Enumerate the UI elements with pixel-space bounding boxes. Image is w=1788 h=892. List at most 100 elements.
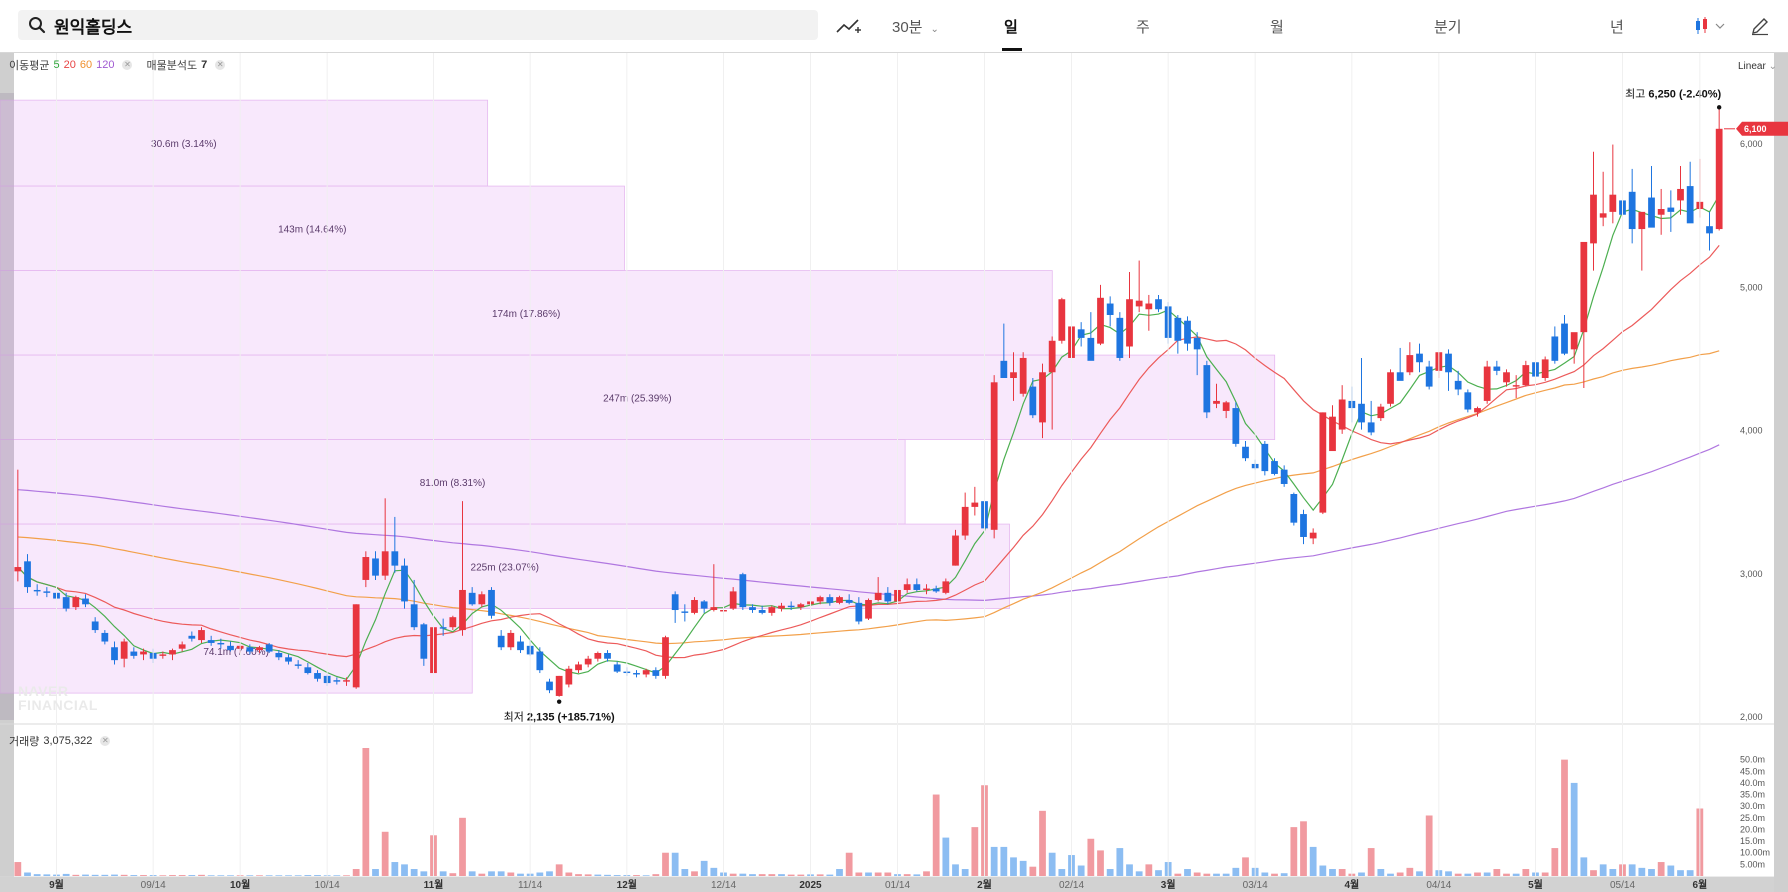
candle-body xyxy=(1599,213,1607,218)
volume-bar xyxy=(604,874,611,876)
candle-body xyxy=(1329,416,1336,452)
x-tick-label: 2월 xyxy=(977,879,992,891)
volume-bar xyxy=(1300,821,1307,876)
candle-body xyxy=(710,607,718,611)
y-tick-label: 4,000 xyxy=(1740,426,1763,436)
vp-legend-value: 7 xyxy=(201,59,208,71)
volume-bar xyxy=(1590,870,1597,876)
volume-bar xyxy=(1358,872,1365,876)
volume-bar xyxy=(575,874,582,876)
volume-bar xyxy=(584,874,592,876)
volume-bar xyxy=(865,872,872,876)
candle-body xyxy=(246,647,254,652)
candle-body xyxy=(285,657,292,662)
volume-bar xyxy=(1445,871,1452,876)
candle-body xyxy=(903,584,911,590)
candle-body xyxy=(188,635,196,639)
volume-bar xyxy=(111,874,118,876)
candle-body xyxy=(845,599,853,603)
volume-bar xyxy=(1290,827,1298,876)
low-label: 최저 xyxy=(504,711,527,724)
ma60-legend: 60 xyxy=(79,59,93,71)
y-tick-label: 2,000 xyxy=(1740,712,1763,722)
volume-bar xyxy=(1203,873,1211,876)
volume-bar xyxy=(343,875,350,876)
candle-body xyxy=(1319,412,1327,513)
candle-body xyxy=(1667,207,1675,212)
candle-body xyxy=(517,641,524,651)
price-chart[interactable]: 30.6m (3.14%) 143m (14.64%) 174m (17.86%) 2… xyxy=(0,0,1788,892)
candle-body xyxy=(227,645,234,651)
volume-bar xyxy=(217,875,225,876)
candle-body xyxy=(923,588,930,590)
volume-bar xyxy=(275,875,283,876)
candle-body xyxy=(256,647,263,651)
volume-tick-label: 5.00m xyxy=(1740,859,1765,869)
volume-bar xyxy=(449,873,457,876)
candle-body xyxy=(913,584,921,590)
volume-bar xyxy=(198,874,205,876)
volume-bar xyxy=(1667,865,1675,876)
candle-body xyxy=(932,588,940,592)
volume-bar xyxy=(1512,873,1520,876)
volume-bar xyxy=(1570,782,1578,876)
x-tick-label: 3월 xyxy=(1161,879,1176,891)
volume-bar xyxy=(749,874,756,876)
x-tick-label: 10월 xyxy=(230,879,250,891)
candle-body xyxy=(836,597,843,603)
volume-bar xyxy=(352,869,360,876)
dimmed-left-edge xyxy=(0,93,14,720)
volume-profile-label: 247m (25.39%) xyxy=(603,393,671,404)
volume-bar xyxy=(1657,862,1665,876)
candle-body xyxy=(604,652,611,659)
candle-body xyxy=(1522,365,1530,386)
volume-tick-label: 10.00m xyxy=(1740,848,1770,858)
volume-bar xyxy=(1416,871,1423,876)
x-tick-label: 04/14 xyxy=(1426,880,1451,891)
volume-bar xyxy=(758,874,766,876)
x-tick-label: 6월 xyxy=(1692,879,1707,891)
candle-body xyxy=(82,598,89,605)
candle-body xyxy=(584,658,592,665)
volume-bar xyxy=(1580,857,1588,876)
volume-bar xyxy=(1454,873,1462,876)
close-volume-legend-icon[interactable]: ✕ xyxy=(100,736,111,746)
volume-bar xyxy=(1648,869,1655,876)
candle-body xyxy=(1048,340,1056,373)
candle-body xyxy=(497,635,505,648)
scale-selector[interactable]: Linear ⌄ xyxy=(1738,61,1777,72)
volume-bar xyxy=(1019,860,1027,876)
candle-body xyxy=(768,607,776,613)
candle-body xyxy=(62,597,70,609)
candle-body xyxy=(729,591,737,609)
volume-bar xyxy=(62,873,70,876)
x-tick-label: 01/14 xyxy=(885,880,910,891)
scale-label: Linear xyxy=(1738,61,1766,72)
candle-body xyxy=(1367,422,1375,433)
candle-body xyxy=(990,382,998,530)
volume-bar xyxy=(961,869,969,876)
candle-body xyxy=(1561,323,1568,354)
candle-body xyxy=(826,597,834,603)
volume-bar xyxy=(120,874,128,876)
candle-body xyxy=(1512,385,1520,387)
volume-bar xyxy=(874,872,882,876)
volume-bar xyxy=(1174,873,1182,876)
volume-bar xyxy=(459,817,466,876)
volume-bar xyxy=(1184,869,1191,876)
volume-bar xyxy=(362,748,370,876)
candle-body xyxy=(942,581,950,593)
volume-bar xyxy=(739,873,747,876)
volume-bar xyxy=(178,875,186,876)
volume-bar xyxy=(1522,869,1530,876)
volume-tick-label: 20.0m xyxy=(1740,824,1765,834)
candle-body xyxy=(1222,402,1230,411)
volume-profile-label: 143m (14.64%) xyxy=(278,224,346,235)
candle-body xyxy=(739,574,747,608)
volume-bar xyxy=(101,874,109,876)
close-vp-legend-icon[interactable]: ✕ xyxy=(215,60,226,70)
current-price-label: 6,100 xyxy=(1744,124,1767,134)
volume-bar xyxy=(1319,865,1327,876)
volume-profile-bar xyxy=(0,99,489,187)
close-ma-legend-icon[interactable]: ✕ xyxy=(122,60,133,70)
